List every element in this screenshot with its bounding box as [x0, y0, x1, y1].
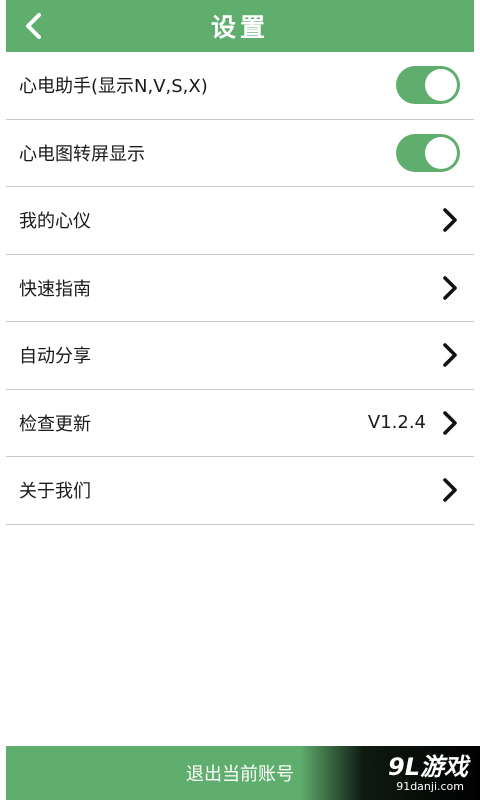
settings-list: 心电助手(显示N,V,S,X) 心电图转屏显示 我的心仪 快速指南 自动分享 检…: [6, 52, 474, 525]
settings-screen: 设置 心电助手(显示N,V,S,X) 心电图转屏显示 我的心仪 快速指南 自动分…: [0, 0, 480, 800]
ecg-rotate-toggle[interactable]: [396, 133, 460, 172]
setting-label: 检查更新: [19, 413, 91, 435]
header-bar: 设置: [6, 0, 474, 52]
setting-label: 心电图转屏显示: [19, 143, 145, 165]
setting-label: 我的心仪: [19, 211, 91, 233]
chevron-right-icon: [443, 343, 457, 368]
setting-label: 快速指南: [19, 278, 91, 300]
watermark-text: 9L游戏: [388, 752, 468, 781]
chevron-right-icon: [443, 478, 457, 503]
setting-about-us[interactable]: 关于我们: [6, 457, 474, 525]
setting-ecg-rotate: 心电图转屏显示: [6, 120, 474, 187]
toggle-knob: [425, 136, 457, 169]
back-button[interactable]: [12, 0, 56, 52]
chevron-right-icon: [443, 275, 457, 300]
logout-label: 退出当前账号: [186, 764, 294, 785]
version-value: V1.2.4: [367, 412, 426, 434]
setting-check-update[interactable]: 检查更新 V1.2.4: [6, 390, 474, 457]
watermark-url: 91danji.com: [396, 779, 464, 793]
chevron-right-icon: [443, 410, 457, 435]
ecg-assistant-toggle[interactable]: [396, 66, 460, 105]
setting-ecg-assistant: 心电助手(显示N,V,S,X): [6, 52, 474, 120]
watermark-logo: 9L游戏 91danji.com: [300, 746, 480, 800]
setting-quick-guide[interactable]: 快速指南: [6, 255, 474, 322]
toggle-knob: [425, 69, 457, 102]
setting-label: 自动分享: [19, 346, 91, 368]
page-title: 设置: [210, 13, 269, 42]
setting-my-device[interactable]: 我的心仪: [6, 187, 474, 255]
chevron-left-icon: [26, 13, 41, 39]
setting-auto-share[interactable]: 自动分享: [6, 322, 474, 390]
setting-label: 关于我们: [19, 481, 91, 503]
setting-label: 心电助手(显示N,V,S,X): [19, 76, 208, 98]
chevron-right-icon: [443, 208, 457, 233]
